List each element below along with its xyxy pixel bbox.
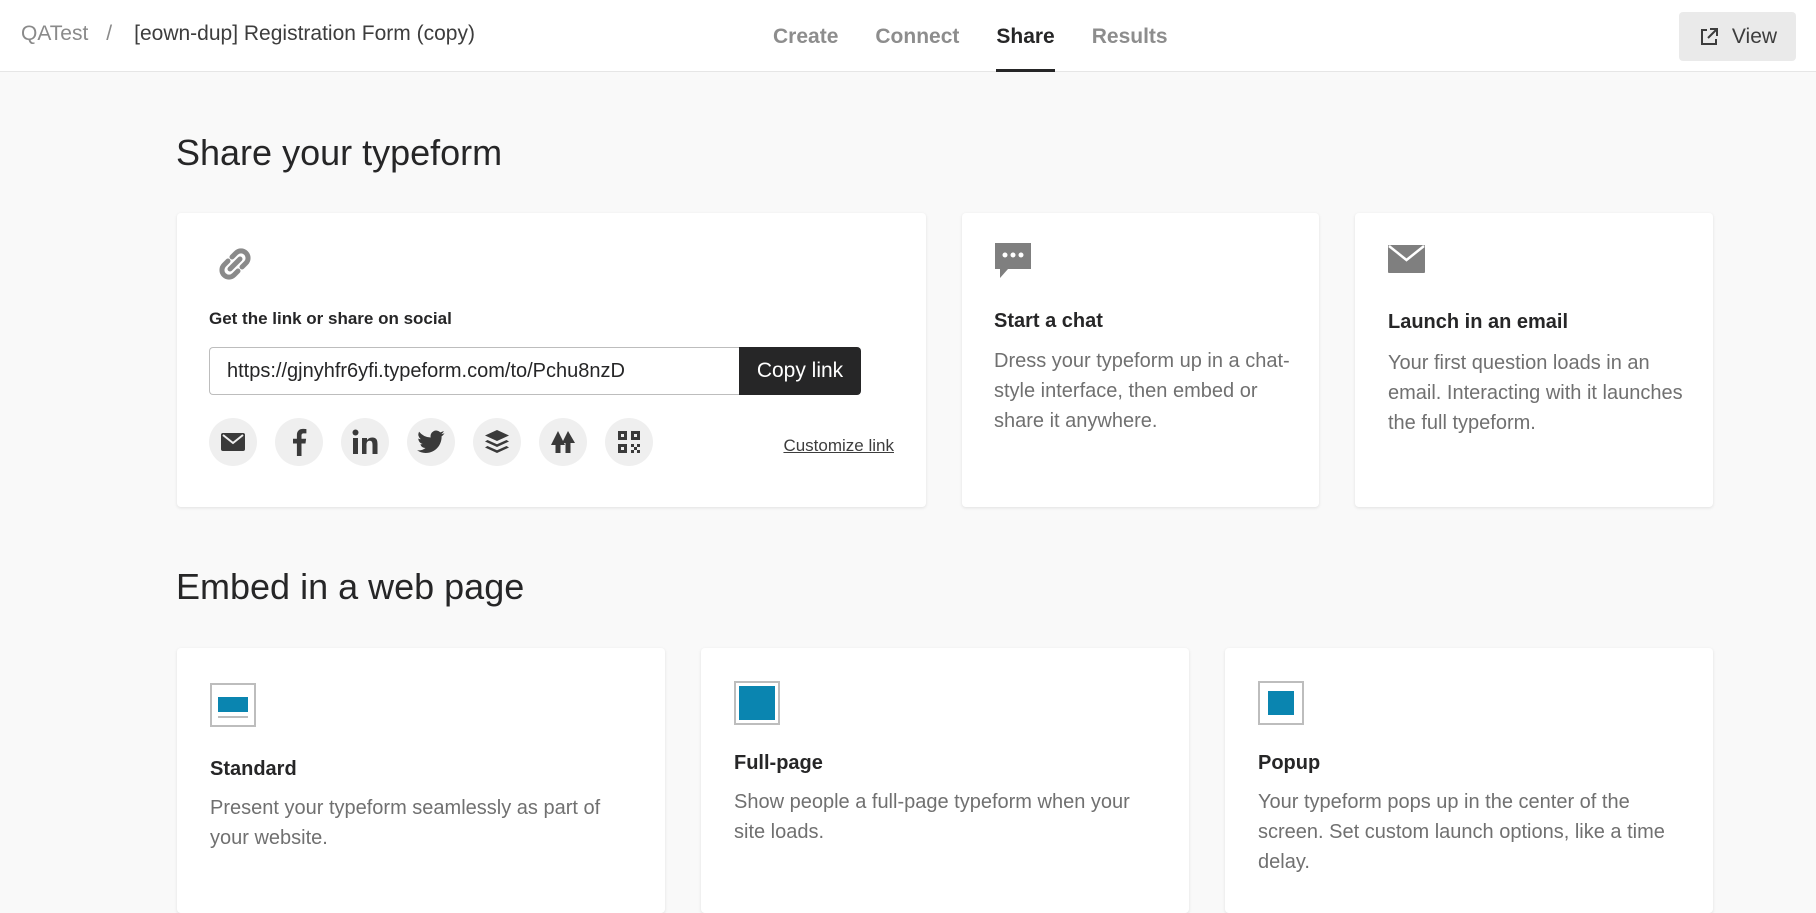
full-page-embed-icon [734, 681, 780, 725]
standard-description: Present your typeform seamlessly as part… [210, 797, 601, 849]
embed-standard-card[interactable]: Standard Present your typeform seamlessl… [177, 648, 665, 913]
embed-section-title: Embed in a web page [176, 566, 525, 607]
view-button-label: View [1731, 24, 1778, 48]
breadcrumb-separator: / [106, 22, 113, 45]
customize-link[interactable]: Customize link [783, 436, 894, 456]
embed-popup-card[interactable]: Popup Your typeform pops up in the cente… [1225, 648, 1713, 913]
tab-create[interactable]: Create [773, 0, 838, 72]
share-buffer-button[interactable] [473, 418, 521, 466]
full-page-title: Full-page [734, 752, 823, 774]
external-link-icon [1700, 27, 1718, 45]
share-linkedin-button[interactable] [341, 418, 389, 466]
full-page-description: Show people a full-page typeform when yo… [734, 791, 1130, 843]
qr-code-icon [618, 431, 640, 453]
standard-title: Standard [210, 758, 297, 780]
facebook-icon [293, 428, 307, 456]
chat-bubble-icon [995, 243, 1031, 278]
tab-share[interactable]: Share [996, 0, 1056, 72]
launch-email-title: Launch in an email [1388, 311, 1569, 333]
linkedin-icon [352, 429, 378, 454]
top-bar: QATest / [eown-dup] Registration Form (c… [0, 0, 1816, 72]
popup-description: Your typeform pops up in the center of t… [1258, 791, 1665, 873]
link-label: Get the link or share on social [209, 309, 452, 328]
start-chat-title: Start a chat [994, 310, 1103, 332]
embed-full-page-card[interactable]: Full-page Show people a full-page typefo… [701, 648, 1189, 913]
share-twitter-button[interactable] [407, 418, 455, 466]
popup-embed-icon [1258, 681, 1304, 725]
buffer-icon [485, 430, 509, 453]
launch-email-card[interactable]: Launch in an email Your first question l… [1355, 213, 1713, 507]
copy-link-button[interactable]: Copy link [739, 347, 861, 395]
share-facebook-button[interactable] [275, 418, 323, 466]
popup-title: Popup [1258, 752, 1321, 774]
tab-connect[interactable]: Connect [875, 0, 959, 72]
view-button[interactable]: View [1679, 12, 1796, 61]
mail-icon [221, 433, 245, 451]
twitter-icon [417, 430, 445, 453]
share-email-button[interactable] [209, 418, 257, 466]
link-icon [219, 248, 251, 280]
breadcrumb: QATest / [eown-dup] Registration Form (c… [21, 22, 475, 46]
launch-email-description: Your first question loads in an email. I… [1388, 352, 1683, 434]
share-linktree-button[interactable] [539, 418, 587, 466]
tab-results[interactable]: Results [1092, 0, 1168, 72]
breadcrumb-form-name[interactable]: [eown-dup] Registration Form (copy) [134, 22, 475, 46]
share-qr-code-button[interactable] [605, 418, 653, 466]
main-tabs: Create Connect Share Results [773, 0, 1205, 72]
standard-embed-icon [210, 683, 256, 727]
breadcrumb-workspace[interactable]: QATest [21, 22, 88, 46]
link-share-card: Get the link or share on social Copy lin… [177, 213, 926, 507]
share-section-title: Share your typeform [176, 132, 503, 173]
share-url-input[interactable] [209, 347, 769, 395]
start-chat-description: Dress your typeform up in a chat-style i… [994, 350, 1290, 432]
linktree-icon [551, 431, 575, 453]
start-chat-card[interactable]: Start a chat Dress your typeform up in a… [962, 213, 1319, 507]
envelope-icon [1388, 245, 1425, 273]
